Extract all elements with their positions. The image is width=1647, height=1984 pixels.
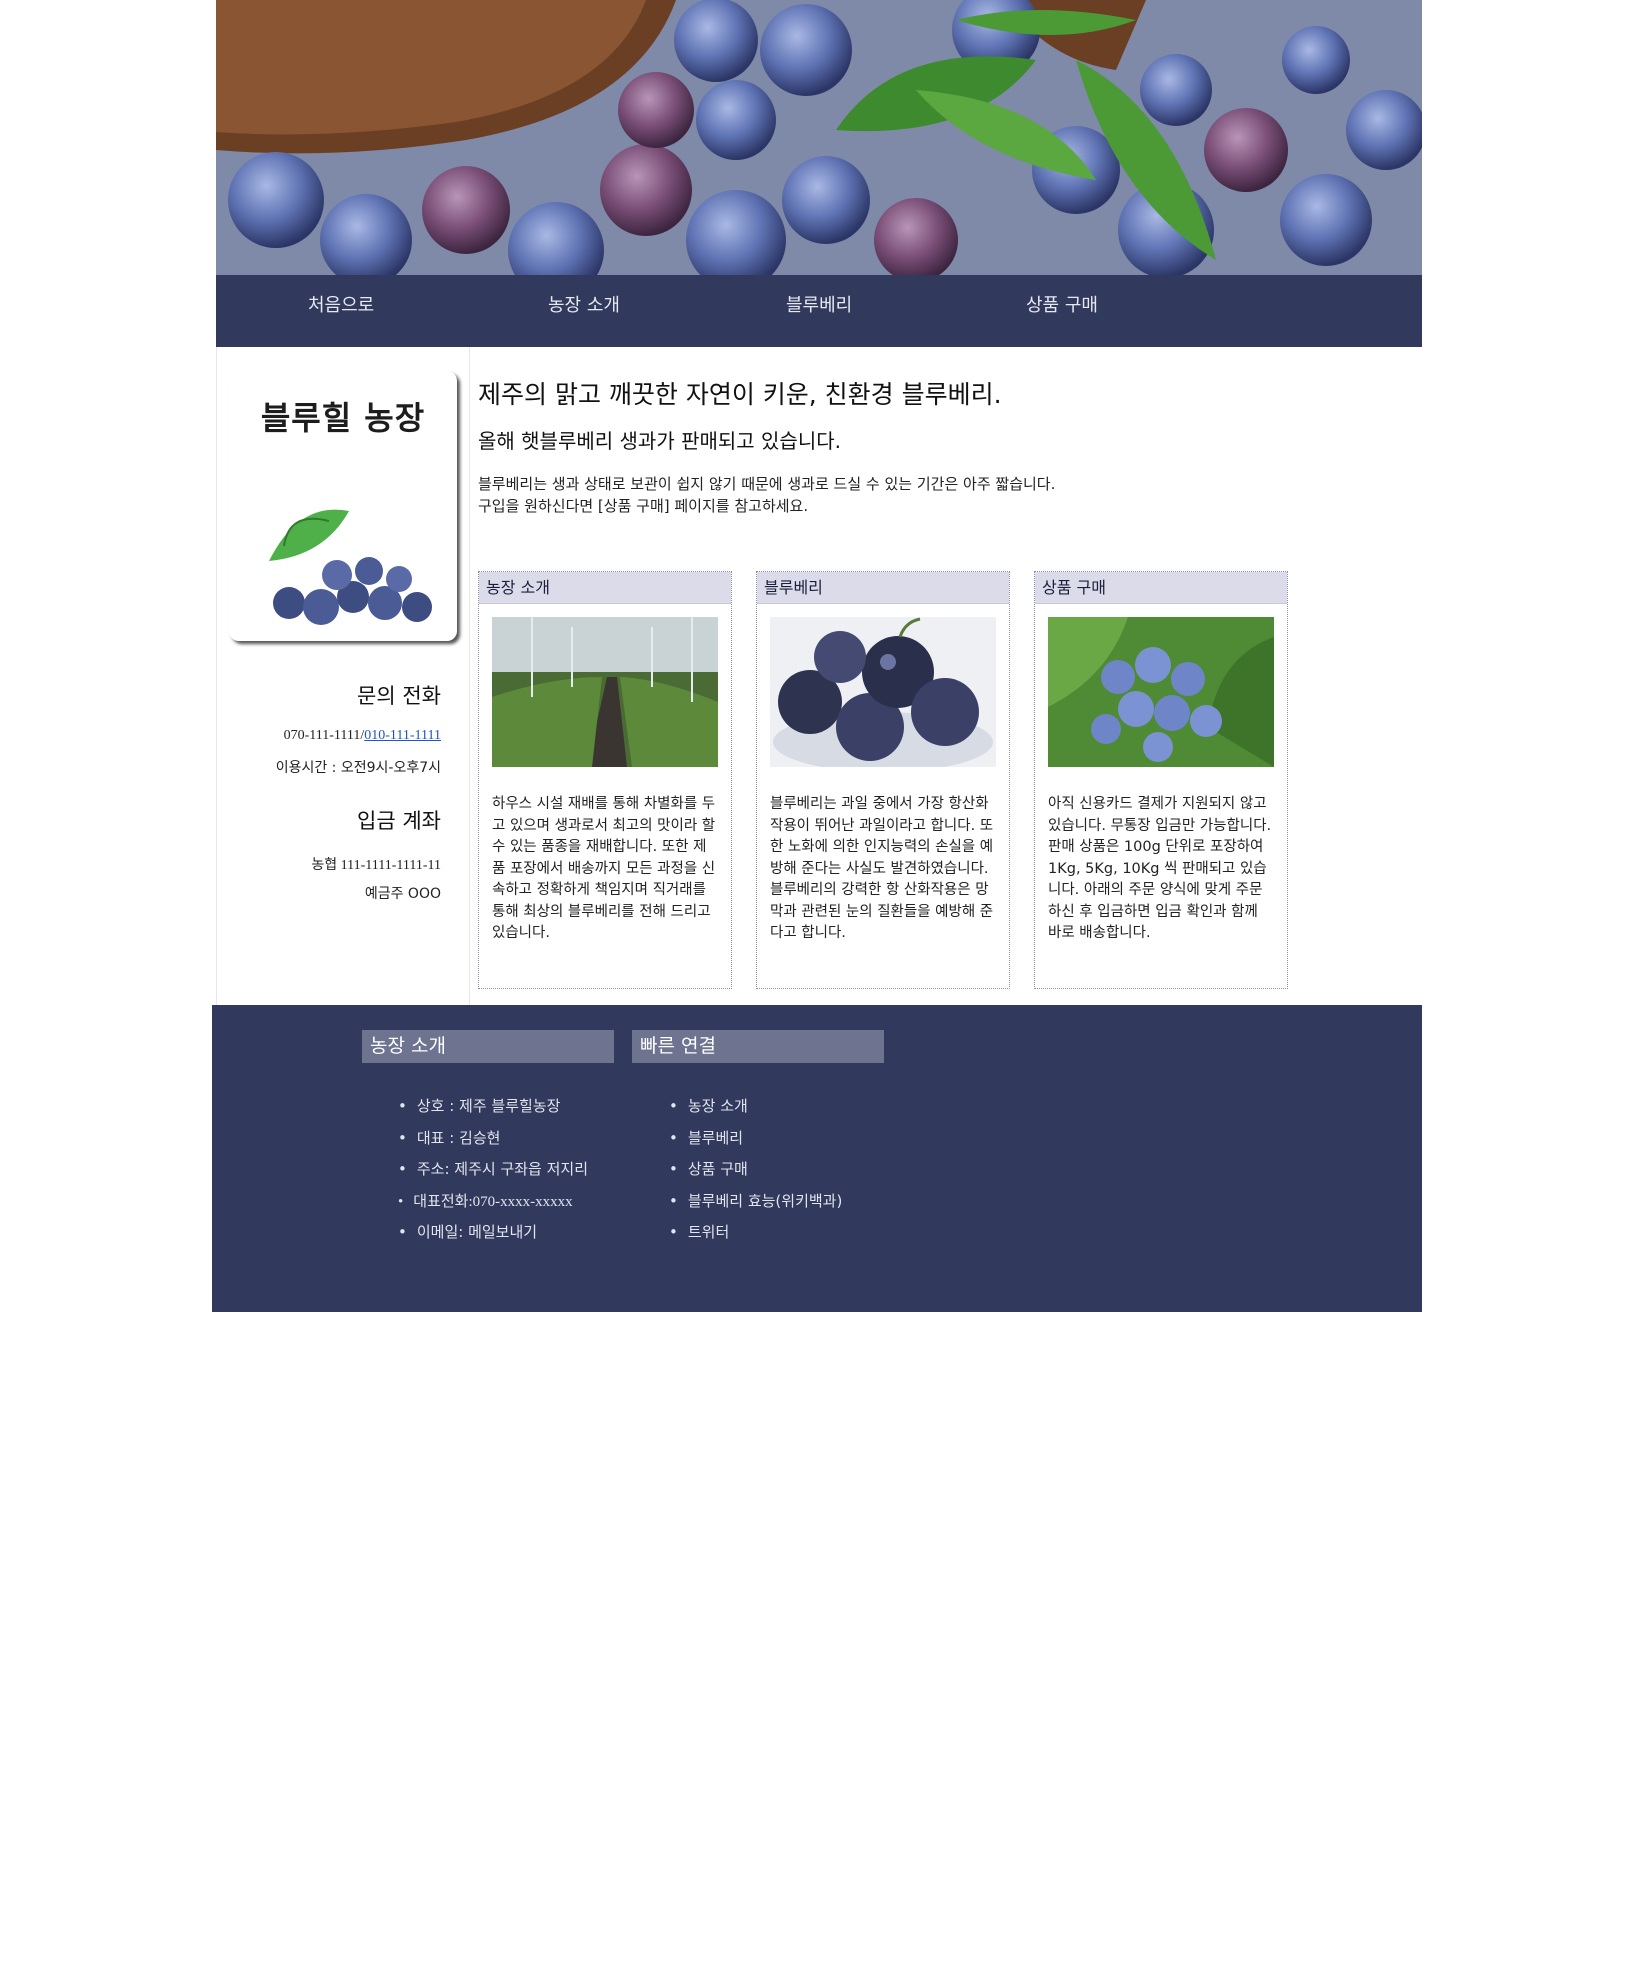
page-headline: 제주의 맑고 깨끗한 자연이 키운, 친환경 블루베리. <box>478 380 1002 409</box>
card-purchase: 상품 구매 아직 신용카드 결제가 지원되지 않고 있습니다. 무통장 입금만 … <box>1034 571 1288 989</box>
footer-farm-heading: 농장 소개 <box>362 1030 614 1063</box>
footer-link-twitter[interactable]: 트위터 <box>669 1221 842 1253</box>
blueberry-basket-photo <box>216 0 1422 275</box>
footer-links-heading: 빠른 연결 <box>632 1030 884 1063</box>
hero-banner-image <box>216 0 1422 275</box>
card-text: 아직 신용카드 결제가 지원되지 않고 있습니다. 무통장 입금만 가능합니다.… <box>1048 796 1272 941</box>
footer-link-blueberry[interactable]: 블루베리 <box>669 1127 842 1159</box>
footer-farm-list: 상호 : 제주 블루힐농장 대표 : 김승현 주소: 제주시 구좌읍 저지리 대… <box>398 1095 588 1253</box>
footer-link-purchase[interactable]: 상품 구매 <box>669 1158 842 1190</box>
footer-farm-item: 대표 : 김승현 <box>398 1127 588 1159</box>
footer-quick-links: 농장 소개 블루베리 상품 구매 블루베리 효능(위키백과) 트위터 <box>669 1095 842 1253</box>
card-farm-intro: 농장 소개 하우스 시설 재배를 통해 차별화를 두고 있으며 생과로서 최고의… <box>478 571 732 989</box>
footer-farm-item: 상호 : 제주 블루힐농장 <box>398 1095 588 1127</box>
card-title[interactable]: 상품 구매 <box>1035 572 1287 604</box>
phone-mobile-link[interactable]: 010-111-1111 <box>364 728 441 743</box>
nav-item-farm-intro[interactable]: 농장 소개 <box>548 291 620 317</box>
contact-heading: 문의 전화 <box>357 684 441 708</box>
site-footer: 농장 소개 상호 : 제주 블루힐농장 대표 : 김승현 주소: 제주시 구좌읍… <box>212 1005 1422 1312</box>
page-subheadline: 올해 햇블루베리 생과가 판매되고 있습니다. <box>478 429 841 453</box>
card-blueberry: 블루베리 블루베리는 과일 중에서 가장 항산화 작용이 뛰어난 과일이라고 합… <box>756 571 1010 989</box>
intro-line-1: 블루베리는 생과 상태로 보관이 쉽지 않기 때문에 생과로 드실 수 있는 기… <box>478 475 1056 493</box>
footer-farm-item-email[interactable]: 이메일: 메일보내기 <box>398 1221 588 1253</box>
intro-line-2: 구입을 원하신다면 [상품 구매] 페이지를 참고하세요. <box>478 497 809 515</box>
blueberry-cluster-photo <box>1048 617 1274 767</box>
bank-account: 농협 111-1111-1111-11 <box>311 858 441 873</box>
footer-farm-item: 주소: 제주시 구좌읍 저지리 <box>398 1158 588 1190</box>
nav-item-purchase[interactable]: 상품 구매 <box>1026 291 1098 317</box>
footer-farm-item: 대표전화:070-xxxx-xxxxx <box>398 1190 588 1222</box>
left-sidebar: 블루힐 농장 문의 전화 070-111-1111/010-111-1111 이… <box>216 347 470 1005</box>
footer-link-wiki[interactable]: 블루베리 효능(위키백과) <box>669 1190 842 1222</box>
account-heading: 입금 계좌 <box>357 809 441 833</box>
footer-link-farm-intro[interactable]: 농장 소개 <box>669 1095 842 1127</box>
card-text: 블루베리는 과일 중에서 가장 항산화 작용이 뛰어난 과일이라고 합니다. 또… <box>770 796 994 941</box>
card-title[interactable]: 농장 소개 <box>479 572 731 604</box>
intro-paragraph: 블루베리는 생과 상태로 보관이 쉽지 않기 때문에 생과로 드실 수 있는 기… <box>478 473 1055 517</box>
card-title[interactable]: 블루베리 <box>757 572 1009 604</box>
contact-phone: 070-111-1111/010-111-1111 <box>284 728 441 744</box>
blueberry-logo-icon <box>269 509 432 625</box>
account-holder: 예금주 OOO <box>364 886 441 902</box>
card-text: 하우스 시설 재배를 통해 차별화를 두고 있으며 생과로서 최고의 맛이라 할… <box>492 796 716 941</box>
phone-primary: 070-111-1111/ <box>283 728 365 743</box>
service-hours: 이용시간 : 오전9시-오후7시 <box>275 760 441 776</box>
nav-item-blueberry[interactable]: 블루베리 <box>786 291 852 317</box>
greenhouse-photo <box>492 617 718 767</box>
blueberry-bowl-photo <box>770 617 996 767</box>
nav-item-home[interactable]: 처음으로 <box>308 291 374 317</box>
top-nav: 처음으로 농장 소개 블루베리 상품 구매 <box>216 275 1422 347</box>
farm-logo-card[interactable]: 블루힐 농장 <box>229 371 457 641</box>
